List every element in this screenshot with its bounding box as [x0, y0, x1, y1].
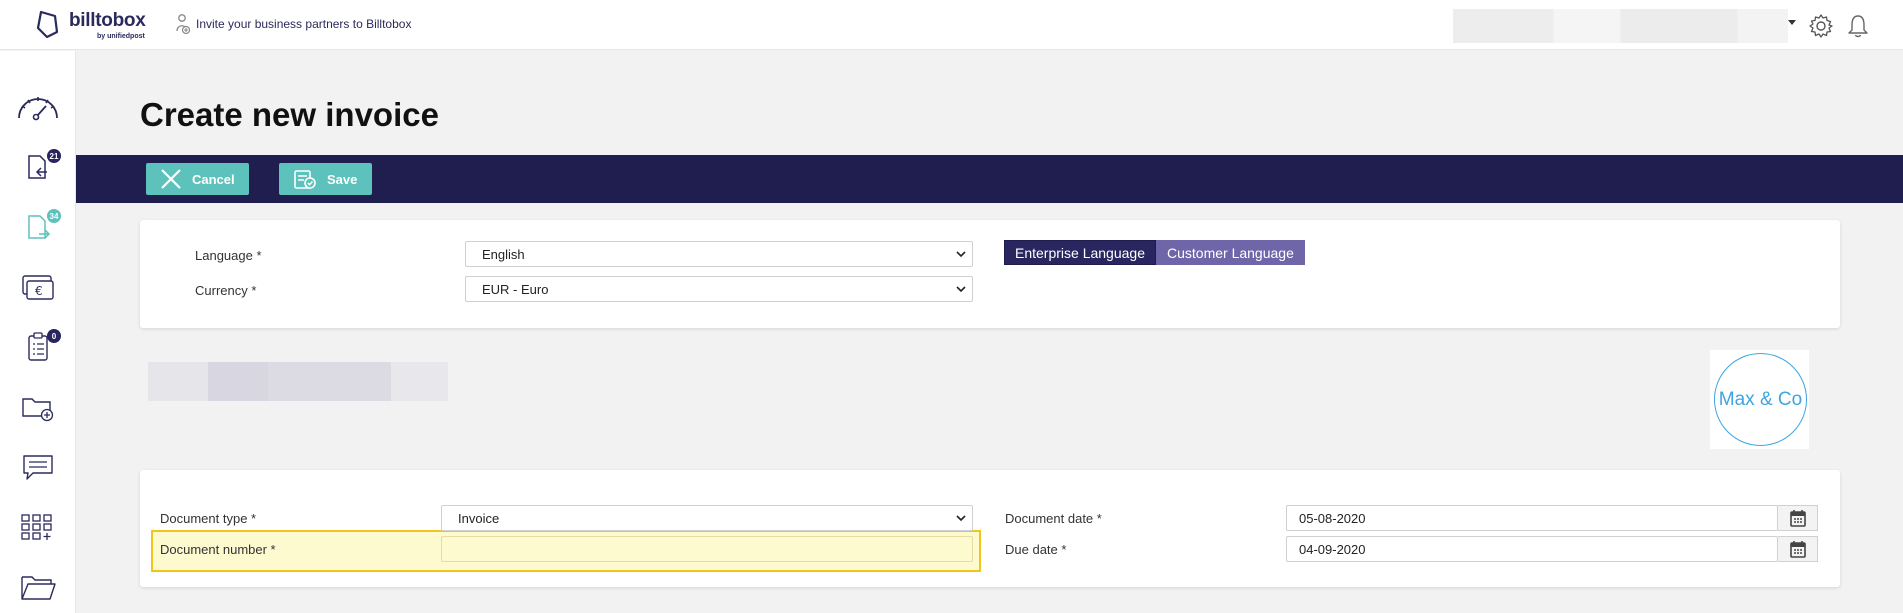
document-type-label: Document type * [160, 511, 257, 526]
page-title: Create new invoice [140, 96, 439, 133]
document-type-select[interactable]: Invoice [441, 505, 973, 531]
document-type-value: Invoice [458, 510, 500, 526]
document-date-input[interactable]: 05-08-2020 [1286, 505, 1778, 531]
brand-name: billtobox [69, 10, 146, 31]
calendar-icon [1789, 510, 1806, 527]
language-label: Language * [195, 248, 262, 263]
chevron-down-icon [956, 251, 966, 258]
cancel-button-label: Cancel [192, 171, 235, 187]
due-date-input[interactable]: 04-09-2020 [1286, 536, 1778, 562]
sidebar-item-add-folder[interactable] [14, 387, 62, 427]
messages-icon [23, 455, 53, 480]
payments-euro-icon: € [22, 275, 54, 300]
sidebar-item-dashboard[interactable] [14, 87, 62, 127]
settings-gear-icon[interactable] [1808, 13, 1834, 39]
cancel-button[interactable]: Cancel [146, 163, 249, 195]
close-icon [161, 169, 181, 189]
customer-name-redacted [148, 362, 448, 401]
currency-select-value: EUR - Euro [482, 281, 549, 297]
account-dropdown-caret-icon[interactable] [1788, 20, 1796, 25]
sidebar-item-incoming[interactable]: 21 [14, 147, 62, 187]
sidebar-item-messages[interactable] [14, 447, 62, 487]
brand-subtitle: by unifiedpost [97, 33, 145, 40]
add-folder-icon [22, 398, 54, 422]
notifications-bell-icon[interactable] [1845, 13, 1871, 39]
customer-language-button[interactable]: Customer Language [1156, 240, 1305, 265]
dashboard-gauge-icon [18, 97, 58, 121]
apps-grid-icon [21, 514, 52, 540]
sidebar-item-documents-folder[interactable] [14, 567, 62, 607]
chevron-down-icon [956, 515, 966, 522]
customer-logo-text: Max & Co [1714, 353, 1807, 446]
action-toolbar: Cancel Save [76, 155, 1903, 203]
language-select-value: English [482, 246, 525, 262]
invite-user-icon [176, 14, 190, 35]
due-date-calendar-button[interactable] [1778, 536, 1818, 562]
sidebar-item-apps[interactable] [14, 507, 62, 547]
document-date-label: Document date * [1005, 511, 1102, 526]
customer-logo[interactable]: Max & Co [1710, 350, 1809, 449]
enterprise-language-button[interactable]: Enterprise Language [1004, 240, 1156, 265]
invoice-settings-panel [140, 220, 1840, 328]
invite-partners-link[interactable]: Invite your business partners to Billtob… [176, 13, 411, 35]
calendar-icon [1789, 541, 1806, 558]
document-number-input[interactable] [441, 536, 973, 562]
sidebar-item-payments[interactable]: € [14, 267, 62, 307]
sidebar-item-tasks[interactable]: 0 [14, 327, 62, 367]
due-date-label: Due date * [1005, 542, 1067, 557]
save-button-label: Save [327, 171, 358, 187]
tasks-count-badge: 0 [47, 329, 61, 343]
folder-open-icon [21, 576, 56, 600]
incoming-count-badge: 21 [47, 149, 61, 163]
document-number-label: Document number * [160, 542, 276, 557]
currency-select[interactable]: EUR - Euro [465, 276, 973, 302]
sidebar: 21 34 € 0 [0, 51, 76, 613]
top-bar: billtobox by unifiedpost Invite your bus… [0, 0, 1903, 50]
logo-mark-icon [36, 10, 59, 38]
save-document-icon [294, 170, 316, 189]
outgoing-count-badge: 34 [47, 209, 61, 223]
chevron-down-icon [956, 286, 966, 293]
language-toggle: Enterprise Language Customer Language [1004, 240, 1305, 265]
billtobox-logo[interactable]: billtobox by unifiedpost [35, 8, 160, 42]
currency-label: Currency * [195, 283, 257, 298]
account-selector[interactable] [1453, 9, 1788, 43]
svg-text:€: € [35, 284, 43, 298]
document-date-calendar-button[interactable] [1778, 505, 1818, 531]
invite-partners-text: Invite your business partners to Billtob… [196, 17, 412, 31]
language-select[interactable]: English [465, 241, 973, 267]
sidebar-item-outgoing[interactable]: 34 [14, 207, 62, 247]
save-button[interactable]: Save [279, 163, 372, 195]
